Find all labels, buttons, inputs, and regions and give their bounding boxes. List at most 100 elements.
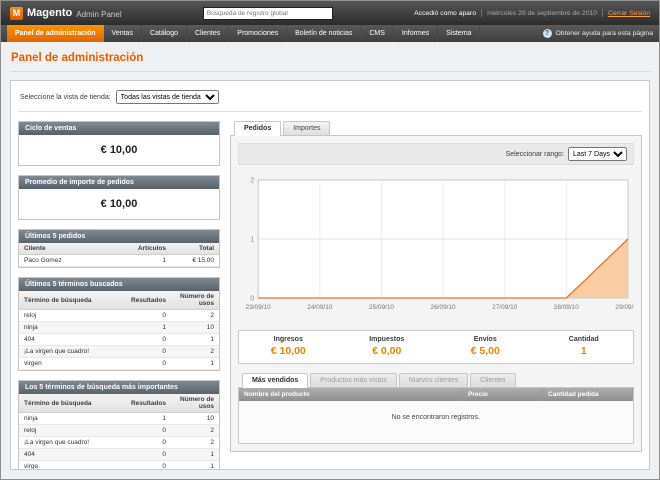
tab-pedidos[interactable]: Pedidos	[234, 121, 281, 136]
top-search-terms-box: Los 5 términos de búsqueda más important…	[18, 380, 220, 470]
table-cell: ninja	[19, 413, 123, 425]
lifetime-sales-value: € 10,00	[19, 135, 219, 165]
store-switcher: Seleccione la vista de tienda: Todas las…	[18, 88, 642, 112]
range-select[interactable]: Last 7 Days	[568, 147, 627, 161]
table-cell: 1	[123, 413, 171, 425]
column-header: Cliente	[19, 243, 123, 255]
dashboard-main: PedidosImportes Seleccionar rango: Last …	[230, 121, 642, 470]
table-cell: 1	[123, 255, 171, 267]
table-cell: 0	[123, 425, 171, 437]
logout-link[interactable]: Cerrar Sesión	[608, 10, 650, 17]
svg-text:1: 1	[250, 237, 254, 244]
column-header: Número de usos	[171, 394, 219, 413]
table-row[interactable]: reloj02	[19, 310, 219, 322]
help-label: Obtener ayuda para esta página	[556, 30, 654, 37]
store-switcher-label: Seleccione la vista de tienda:	[20, 94, 111, 101]
column-header: Número de usos	[171, 291, 219, 310]
total-value: 1	[535, 345, 634, 357]
column-header: Total	[171, 243, 219, 255]
tab-clientes[interactable]: Clientes	[470, 373, 515, 387]
last-search-terms-box: Últimos 5 términos buscados Término de b…	[18, 277, 220, 371]
column-header: Término de búsqueda	[19, 394, 123, 413]
nav-item-sistema[interactable]: Sistema	[438, 25, 480, 42]
box-title: Últimos 5 pedidos	[19, 230, 219, 243]
table-cell: 404	[19, 334, 123, 346]
nav-item-cat-logo[interactable]: Catálogo	[142, 25, 187, 42]
svg-text:28/09/10: 28/09/10	[554, 304, 580, 311]
table-row[interactable]: reloj02	[19, 425, 219, 437]
total-impuestos: Impuestos€ 0,00	[338, 336, 437, 357]
total-value: € 0,00	[338, 345, 437, 357]
table-cell: 2	[171, 437, 219, 449]
tab-productos-m-s-vistos[interactable]: Productos más vistos	[310, 373, 397, 387]
content-panel: Seleccione la vista de tienda: Todas las…	[10, 80, 650, 470]
table-row[interactable]: ¡La virgen que cuadro!02	[19, 437, 219, 449]
page-title: Panel de administración	[10, 49, 650, 72]
nav-list: Panel de administraciónVentasCatálogoCli…	[7, 25, 480, 42]
nav-item-promociones[interactable]: Promociones	[229, 25, 287, 42]
range-row: Seleccionar rango: Last 7 Days	[238, 143, 634, 165]
empty-message: No se encontraron registros.	[239, 401, 633, 443]
magento-logo[interactable]: M Magento Admin Panel	[10, 7, 122, 20]
global-search-input[interactable]	[203, 7, 333, 20]
store-view-select[interactable]: Todas las vistas de tienda	[116, 90, 219, 104]
table-cell: reloj	[19, 310, 123, 322]
dashboard-sidebar: Ciclo de ventas € 10,00 Promedio de impo…	[18, 121, 220, 470]
table-cell: 2	[171, 310, 219, 322]
table-cell: ¡La virgen que cuadro!	[19, 346, 123, 358]
page: Panel de administración Seleccione la vi…	[1, 42, 659, 479]
svg-text:2: 2	[250, 178, 254, 185]
table-cell: 1	[123, 322, 171, 334]
logged-in-as: Accedió como aparo	[414, 10, 476, 17]
table-row[interactable]: virgen01	[19, 358, 219, 370]
magento-admin-window: M Magento Admin Panel Accedió como aparo…	[0, 0, 660, 480]
table-cell: 0	[123, 449, 171, 461]
table-cell: 1	[171, 449, 219, 461]
separator	[602, 9, 603, 17]
total-label: Envíos	[436, 336, 535, 343]
magento-logo-icon: M	[10, 7, 23, 20]
table-cell: 1	[171, 334, 219, 346]
column-header: Término de búsqueda	[19, 291, 123, 310]
table-row[interactable]: ninja110	[19, 413, 219, 425]
dashboard-columns: Ciclo de ventas € 10,00 Promedio de impo…	[18, 121, 642, 470]
column-header: Nombre del producto	[239, 388, 463, 401]
table-cell: Paco Gomez	[19, 255, 123, 267]
last-orders-table: ClienteArtículosTotalPaco Gomez1€ 15.00	[19, 243, 219, 267]
nav-item-informes[interactable]: Informes	[394, 25, 438, 42]
table-cell: € 15.00	[171, 255, 219, 267]
last-search-terms-table: Término de búsquedaResultadosNúmero de u…	[19, 291, 219, 370]
logo-subtitle: Admin Panel	[76, 8, 121, 19]
nav-item-bolet-n-de-noticias[interactable]: Boletín de noticias	[287, 25, 361, 42]
main-nav: Panel de administraciónVentasCatálogoCli…	[1, 25, 659, 42]
tab-m-s-vendidos[interactable]: Más vendidos	[242, 373, 308, 388]
box-title: Promedio de importe de pedidos	[19, 176, 219, 189]
table-cell: 0	[123, 310, 171, 322]
total-env-os: Envíos € 5,00	[436, 336, 535, 357]
nav-item-panel-de-administraci-n[interactable]: Panel de administración	[7, 25, 104, 42]
table-cell: 2	[171, 346, 219, 358]
nav-item-cms[interactable]: CMS	[361, 25, 394, 42]
table-row[interactable]: ninja110	[19, 322, 219, 334]
nav-item-ventas[interactable]: Ventas	[104, 25, 142, 42]
table-cell: virge	[19, 461, 123, 471]
tab-nuevos-clientes[interactable]: Nuevos clientes	[399, 373, 468, 387]
table-row[interactable]: ¡La virgen que cuadro!02	[19, 346, 219, 358]
table-cell: 10	[171, 322, 219, 334]
svg-text:23/09/10: 23/09/10	[246, 304, 272, 311]
svg-text:29/09/10: 29/09/10	[615, 304, 634, 311]
table-row[interactable]: 40401	[19, 334, 219, 346]
total-value: € 5,00	[436, 345, 535, 357]
orders-chart: 01223/09/1024/09/1025/09/1026/09/1027/09…	[238, 172, 634, 322]
help-link[interactable]: ? Obtener ayuda para esta página	[543, 25, 654, 42]
table-row[interactable]: virge01	[19, 461, 219, 471]
table-row[interactable]: 40401	[19, 449, 219, 461]
chart-tabs: PedidosImportes	[230, 121, 642, 135]
svg-text:26/09/10: 26/09/10	[431, 304, 457, 311]
tab-importes[interactable]: Importes	[283, 121, 330, 135]
table-cell: 0	[123, 461, 171, 471]
table-row[interactable]: Paco Gomez1€ 15.00	[19, 255, 219, 267]
average-orders-box: Promedio de importe de pedidos € 10,00	[18, 175, 220, 220]
nav-item-clientes[interactable]: Clientes	[187, 25, 229, 42]
column-header: Resultados	[123, 291, 171, 310]
